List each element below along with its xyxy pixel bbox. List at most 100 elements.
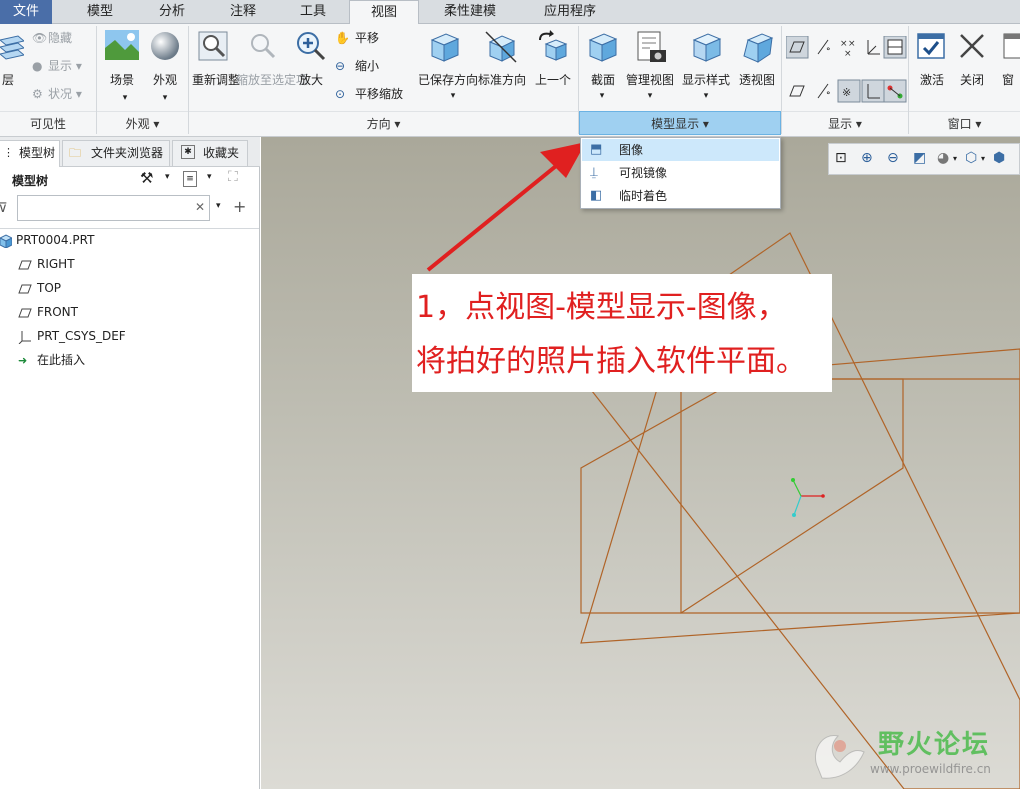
pan-icon: ✋ [335,31,350,45]
model-tree-panel: 模型树 ⚒ ▾ ≡ ▾ ⛶ ⊽ ✕ ▾ + PRT0004.PRT RIGHT … [0,167,260,789]
tree-columns-dropdown-icon[interactable]: ▾ [207,172,212,182]
zoom-out-button[interactable]: ⊖ 缩小 [335,57,379,75]
add-filter-icon[interactable]: + [233,197,246,216]
tree-columns-icon[interactable]: ≡ [183,171,197,187]
scene-dropdown-icon: ▾ [122,93,128,103]
tab-file[interactable]: 文件 [0,0,52,24]
section-dropdown-icon: ▾ [599,91,605,101]
ribbon: 层 👁隐藏 ● 显示 ▾ ⚙ 状况 ▾ 可见性 场景 ▾ 外观 ▾ 外观 ▾ 重… [0,24,1020,137]
manage-views-dropdown-icon: ▾ [647,91,653,101]
activate-icon [917,33,945,59]
watermark-title: 野火论坛 [878,730,991,760]
standard-orientation-icon [485,31,517,63]
menu-bar: 文件 模型 分析 注释 工具 视图 柔性建模 应用程序 [0,0,1020,25]
tab-view[interactable]: 视图 [349,0,419,25]
folder-icon: 🗀 [69,146,82,160]
watermark: 野火论坛 www.proewildfire.cn [808,718,1020,789]
tab-folder-browser[interactable]: 🗀 文件夹浏览器 [62,140,170,166]
tree-search-input[interactable] [17,195,210,221]
tab-model-tree[interactable]: ⋮ 模型树 [0,140,60,167]
previous-orientation-icon [539,30,568,61]
status-icon: ⚙ [32,87,43,101]
tab-model[interactable]: 模型 [64,0,136,24]
show-icon: ● [32,59,43,73]
menu-item-image[interactable]: ⬒ 图像 [582,139,779,161]
hide-icon: 👁 [32,31,48,45]
part-icon [0,233,14,249]
tab-annotate[interactable]: 注释 [208,0,278,24]
saved-orientation-dropdown-icon: ▾ [450,91,456,101]
status-button[interactable]: ⚙ 状况 ▾ [32,85,82,103]
hide-button[interactable]: 👁隐藏 [32,29,72,47]
left-panel-tabs: ⋮ 模型树 🗀 文件夹浏览器 ✱ 收藏夹 [0,137,260,167]
datum-display-icons: ° × ×× ° ※ [786,36,907,103]
tree-settings-dropdown-icon[interactable]: ▾ [165,172,170,182]
group-model-display-footer[interactable]: 模型显示 ▾ [579,111,781,135]
model-tree-icon: ⋮ [3,146,14,159]
csys-icon [18,330,31,344]
svg-text:×: × [840,39,848,49]
menu-item-visual-mirror[interactable]: ⍊ 可视镜像 [582,162,779,184]
perspective-icon [743,33,774,63]
callout-line-2: 将拍好的照片插入软件平面。 [416,344,806,379]
tree-item-top[interactable]: TOP [18,278,61,298]
tree-item-insert-here[interactable]: ➜ 在此插入 [18,350,85,370]
tab-analysis[interactable]: 分析 [136,0,208,24]
datum-plane-icon [18,308,32,317]
clear-search-icon[interactable]: ✕ [195,200,205,214]
manage-views-icon [637,31,666,62]
menu-item-temp-shade[interactable]: ◧ 临时着色 [582,185,779,207]
section-icon [588,33,618,62]
svg-text:※: ※ [842,86,851,99]
svg-text:×: × [848,39,856,49]
tab-applications[interactable]: 应用程序 [520,0,620,24]
svg-text:×: × [844,49,852,59]
close-icon [960,34,984,58]
zoom-selected-icon [251,34,276,59]
model-display-dropdown: ⬒ 图像 ⍊ 可视镜像 ◧ 临时着色 [580,137,781,209]
pan-button[interactable]: ✋ 平移 [335,29,379,47]
display-style-icon [692,33,722,62]
datum-plane-icon [18,260,32,269]
sphere-icon [151,32,179,60]
tab-favorites[interactable]: ✱ 收藏夹 [172,140,248,166]
watermark-url: www.proewildfire.cn [870,762,991,776]
tree-divider [0,228,259,229]
datum-plane-front [680,378,1020,614]
tree-settings-icon[interactable]: ⚒ [140,169,153,187]
tab-flexible-modeling[interactable]: 柔性建模 [420,0,520,24]
zoom-in-icon [297,32,326,61]
refit-icon [198,31,228,61]
scene-icon [105,30,139,60]
favorites-icon: ✱ [181,145,195,159]
datum-planes-drawing [580,232,1020,789]
svg-text:°: ° [826,91,831,101]
pan-zoom-button[interactable]: ⊙ 平移缩放 [335,85,403,103]
tree-item-front[interactable]: FRONT [18,302,78,322]
group-visibility-footer: 可见性 [0,111,96,135]
search-dropdown-icon[interactable]: ▾ [216,201,221,211]
model-tree-title: 模型树 [12,174,49,188]
svg-text:°: ° [826,47,831,57]
tree-item-csys[interactable]: PRT_CSYS_DEF [18,326,126,346]
show-button[interactable]: ● 显示 ▾ [32,57,82,75]
datum-plane-front-inner [580,378,904,614]
layer-icon [0,35,24,60]
group-appearance-footer: 外观 ▾ [97,111,188,135]
graphics-area[interactable]: ⊡ ⊕ ⊖ ◩ ◕ ▾ ⬡ ▾ ⬢ [261,137,1020,789]
group-window-footer: 窗口 ▾ [909,111,1020,135]
saved-orientation-icon [430,33,460,62]
group-show-footer: 显示 ▾ [782,111,908,135]
tab-tools[interactable]: 工具 [278,0,348,24]
shade-icon: ◧ [590,188,603,203]
pan-zoom-icon: ⊙ [335,87,346,101]
watermark-logo-icon [815,735,865,779]
mirror-icon: ⍊ [590,165,598,180]
display-style-dropdown-icon: ▾ [703,91,709,101]
window-icon [1003,33,1020,59]
appearance-dropdown-icon: ▾ [162,93,168,103]
group-orientation-footer: 方向 ▾ [189,111,578,135]
zoom-out-icon: ⊖ [335,59,346,73]
tree-item-right[interactable]: RIGHT [18,254,75,274]
tree-item-part[interactable]: PRT0004.PRT [0,230,94,250]
